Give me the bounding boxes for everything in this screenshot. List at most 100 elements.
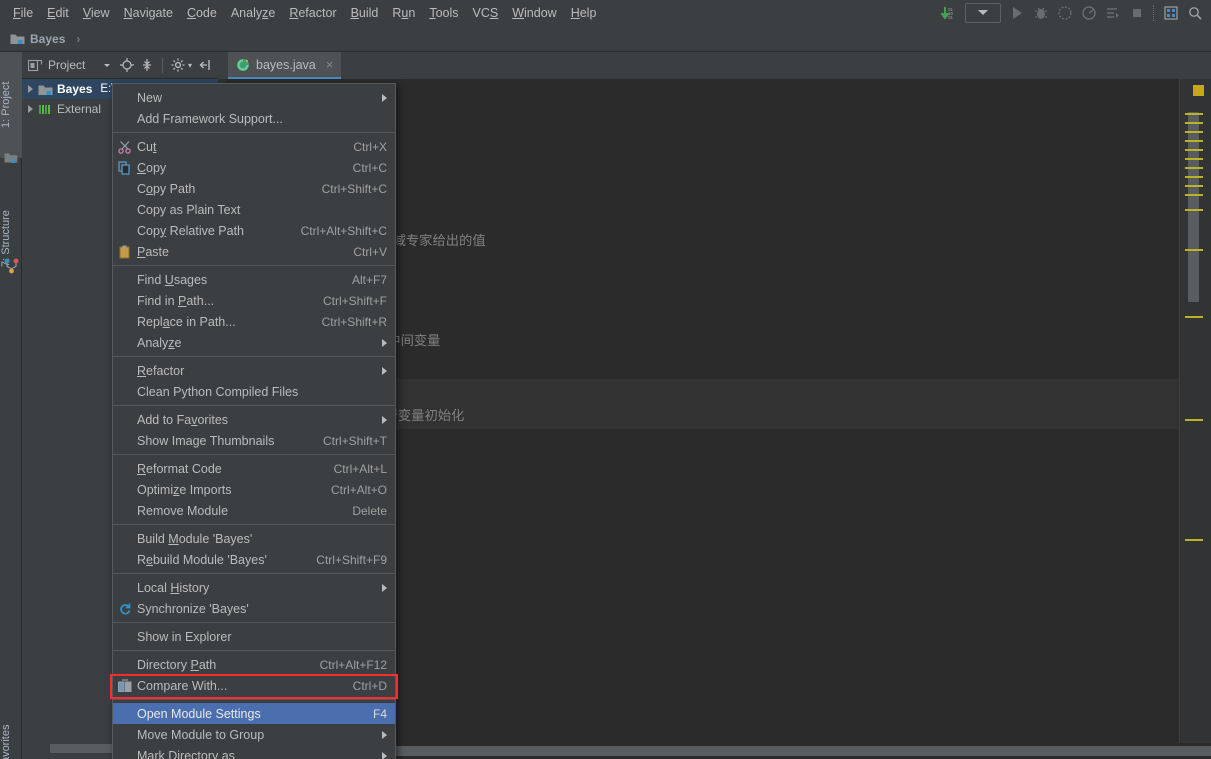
menu-refactor[interactable]: Refactor xyxy=(282,3,343,23)
context-menu-item-analyze[interactable]: Analyze xyxy=(113,332,395,353)
update-project-icon[interactable]: 01 10 01 xyxy=(941,5,957,21)
run-with-console-icon[interactable] xyxy=(1105,5,1121,21)
context-menu-item-shortcut: Delete xyxy=(352,503,387,518)
context-menu-item-find-in-path[interactable]: Find in Path... Ctrl+Shift+F xyxy=(113,290,395,311)
code-marker xyxy=(1185,122,1203,124)
context-menu-item-cut[interactable]: Cut Ctrl+X xyxy=(113,136,395,157)
submenu-arrow-icon xyxy=(382,366,387,375)
run-configurations-dropdown[interactable] xyxy=(965,3,1001,23)
editor-marker-bar[interactable] xyxy=(1179,79,1211,743)
expand-arrow-icon[interactable] xyxy=(28,85,33,93)
gear-dropdown-arrow[interactable]: ▾ xyxy=(188,61,192,70)
context-menu-separator xyxy=(113,405,395,406)
context-menu-item-copy-as-plain-text[interactable]: Copy as Plain Text xyxy=(113,199,395,220)
menu-navigate[interactable]: Navigate xyxy=(117,3,180,23)
context-menu-item-synchronize-bayes[interactable]: Synchronize 'Bayes' xyxy=(113,598,395,619)
menu-help[interactable]: Help xyxy=(564,3,604,23)
menu-analyze[interactable]: Analyze xyxy=(224,3,282,23)
context-menu-item-compare-with[interactable]: Compare With... Ctrl+D xyxy=(113,675,395,696)
tree-item-external-label: External xyxy=(57,102,102,116)
stripe-favorites-label: 2: Favorites xyxy=(0,724,12,759)
context-menu-item-clean-python-compiled-files[interactable]: Clean Python Compiled Files xyxy=(113,381,395,402)
menu-vcs[interactable]: VCS xyxy=(466,3,506,23)
context-menu-item-label: Paste xyxy=(137,244,169,259)
editor-tab-bar: bayes.java × xyxy=(218,52,1211,79)
context-menu-item-shortcut: Alt+F7 xyxy=(351,272,387,287)
mnemonic: S xyxy=(489,6,499,20)
stop-icon[interactable] xyxy=(1129,5,1145,21)
context-menu-item-label: Find Usages xyxy=(137,272,208,287)
context-menu-item-copy-relative-path[interactable]: Copy Relative Path Ctrl+Alt+Shift+C xyxy=(113,220,395,241)
context-menu-item-paste[interactable]: Paste Ctrl+V xyxy=(113,241,395,262)
context-menu-item-refactor[interactable]: Refactor xyxy=(113,360,395,381)
copy-icon xyxy=(113,160,137,175)
breadcrumb-project-label: Bayes xyxy=(30,31,66,46)
code-marker xyxy=(1185,249,1203,251)
sidebar-item-project[interactable]: 1: Project xyxy=(0,52,22,158)
context-menu-item-find-usages[interactable]: Find Usages Alt+F7 xyxy=(113,269,395,290)
context-menu-item-label: Open Module Settings xyxy=(137,706,261,721)
editor-tab-bayes-java[interactable]: bayes.java × xyxy=(228,52,342,79)
menu-tools[interactable]: Tools xyxy=(422,3,465,23)
gear-icon[interactable] xyxy=(171,58,185,72)
context-menu-item-move-module-to-group[interactable]: Move Module to Group xyxy=(113,724,395,745)
context-menu-item-show-in-explorer[interactable]: Show in Explorer xyxy=(113,626,395,647)
menu-code[interactable]: Code xyxy=(180,3,224,23)
menu-view[interactable]: View xyxy=(76,3,117,23)
menu-build[interactable]: Build xyxy=(344,3,386,23)
inspection-status-indicator[interactable] xyxy=(1193,85,1204,96)
code-marker xyxy=(1185,419,1203,421)
context-menu-item-rebuild-module-bayes[interactable]: Rebuild Module 'Bayes' Ctrl+Shift+F9 xyxy=(113,549,395,570)
context-menu-item-open-module-settings[interactable]: Open Module Settings F4 xyxy=(113,703,395,724)
context-menu-separator xyxy=(113,524,395,525)
hide-icon[interactable] xyxy=(198,58,212,72)
context-menu-item-replace-in-path[interactable]: Replace in Path... Ctrl+Shift+R xyxy=(113,311,395,332)
context-menu-item-directory-path[interactable]: Directory Path Ctrl+Alt+F12 xyxy=(113,654,395,675)
mnemonic: e xyxy=(146,552,153,567)
mnemonic: R xyxy=(137,461,147,476)
sidebar-item-favorites[interactable]: 2: Favorites xyxy=(0,706,22,759)
context-menu-item-local-history[interactable]: Local History xyxy=(113,577,395,598)
left-tool-stripe: 1: Project 7: Structure 2: Favorites xyxy=(0,52,22,759)
context-menu-item-add-framework-support[interactable]: Add Framework Support... xyxy=(113,108,395,129)
module-folder-icon xyxy=(10,32,25,45)
context-menu-item-label: Compare With... xyxy=(137,678,228,693)
mnemonic: u xyxy=(401,6,409,20)
expand-arrow-icon[interactable] xyxy=(28,105,33,113)
context-menu-item-build-module-bayes[interactable]: Build Module 'Bayes' xyxy=(113,528,395,549)
context-menu-separator xyxy=(113,454,395,455)
debug-icon[interactable] xyxy=(1033,5,1049,21)
menu-window[interactable]: Window xyxy=(505,3,563,23)
profile-icon[interactable] xyxy=(1081,5,1097,21)
context-menu-item-reformat-code[interactable]: Reformat Code Ctrl+Alt+L xyxy=(113,458,395,479)
close-icon[interactable]: × xyxy=(326,57,334,72)
context-menu-item-optimize-imports[interactable]: Optimize Imports Ctrl+Alt+O xyxy=(113,479,395,500)
context-menu-item-shortcut: Ctrl+Shift+F9 xyxy=(316,552,387,567)
context-menu-separator xyxy=(113,622,395,623)
menu-edit[interactable]: Edit xyxy=(40,3,76,23)
context-menu-item-label: Clean Python Compiled Files xyxy=(137,384,299,399)
cut-icon xyxy=(113,140,137,154)
context-menu-item-show-image-thumbnails[interactable]: Show Image Thumbnails Ctrl+Shift+T xyxy=(113,430,395,451)
breadcrumb[interactable]: Bayes › xyxy=(0,32,80,46)
context-menu-item-new[interactable]: New xyxy=(113,87,395,108)
menu-run[interactable]: Run xyxy=(385,3,422,23)
chevron-down-icon[interactable] xyxy=(102,60,112,70)
sidebar-item-structure[interactable]: 7: Structure xyxy=(0,180,22,298)
context-menu-item-copy-path[interactable]: Copy Path Ctrl+Shift+C xyxy=(113,178,395,199)
locate-icon[interactable] xyxy=(119,58,134,72)
mnemonic: B xyxy=(350,6,359,20)
context-menu-item-copy[interactable]: Copy Ctrl+C xyxy=(113,157,395,178)
project-window-icon xyxy=(28,59,42,72)
project-structure-icon[interactable] xyxy=(1163,5,1179,21)
menu-file[interactable]: File xyxy=(6,3,40,23)
context-menu-item-label: Find in Path... xyxy=(137,293,215,308)
context-menu-item-mark-directory-as[interactable]: Mark Directory as xyxy=(113,745,395,759)
context-menu-item-add-to-favorites[interactable]: Add to Favorites xyxy=(113,409,395,430)
context-menu-item-remove-module[interactable]: Remove Module Delete xyxy=(113,500,395,521)
run-icon[interactable] xyxy=(1009,5,1025,21)
search-icon[interactable] xyxy=(1187,5,1203,21)
context-menu-item-label: Rebuild Module 'Bayes' xyxy=(137,552,267,567)
coverage-icon[interactable] xyxy=(1057,5,1073,21)
collapse-all-icon[interactable] xyxy=(140,58,154,72)
